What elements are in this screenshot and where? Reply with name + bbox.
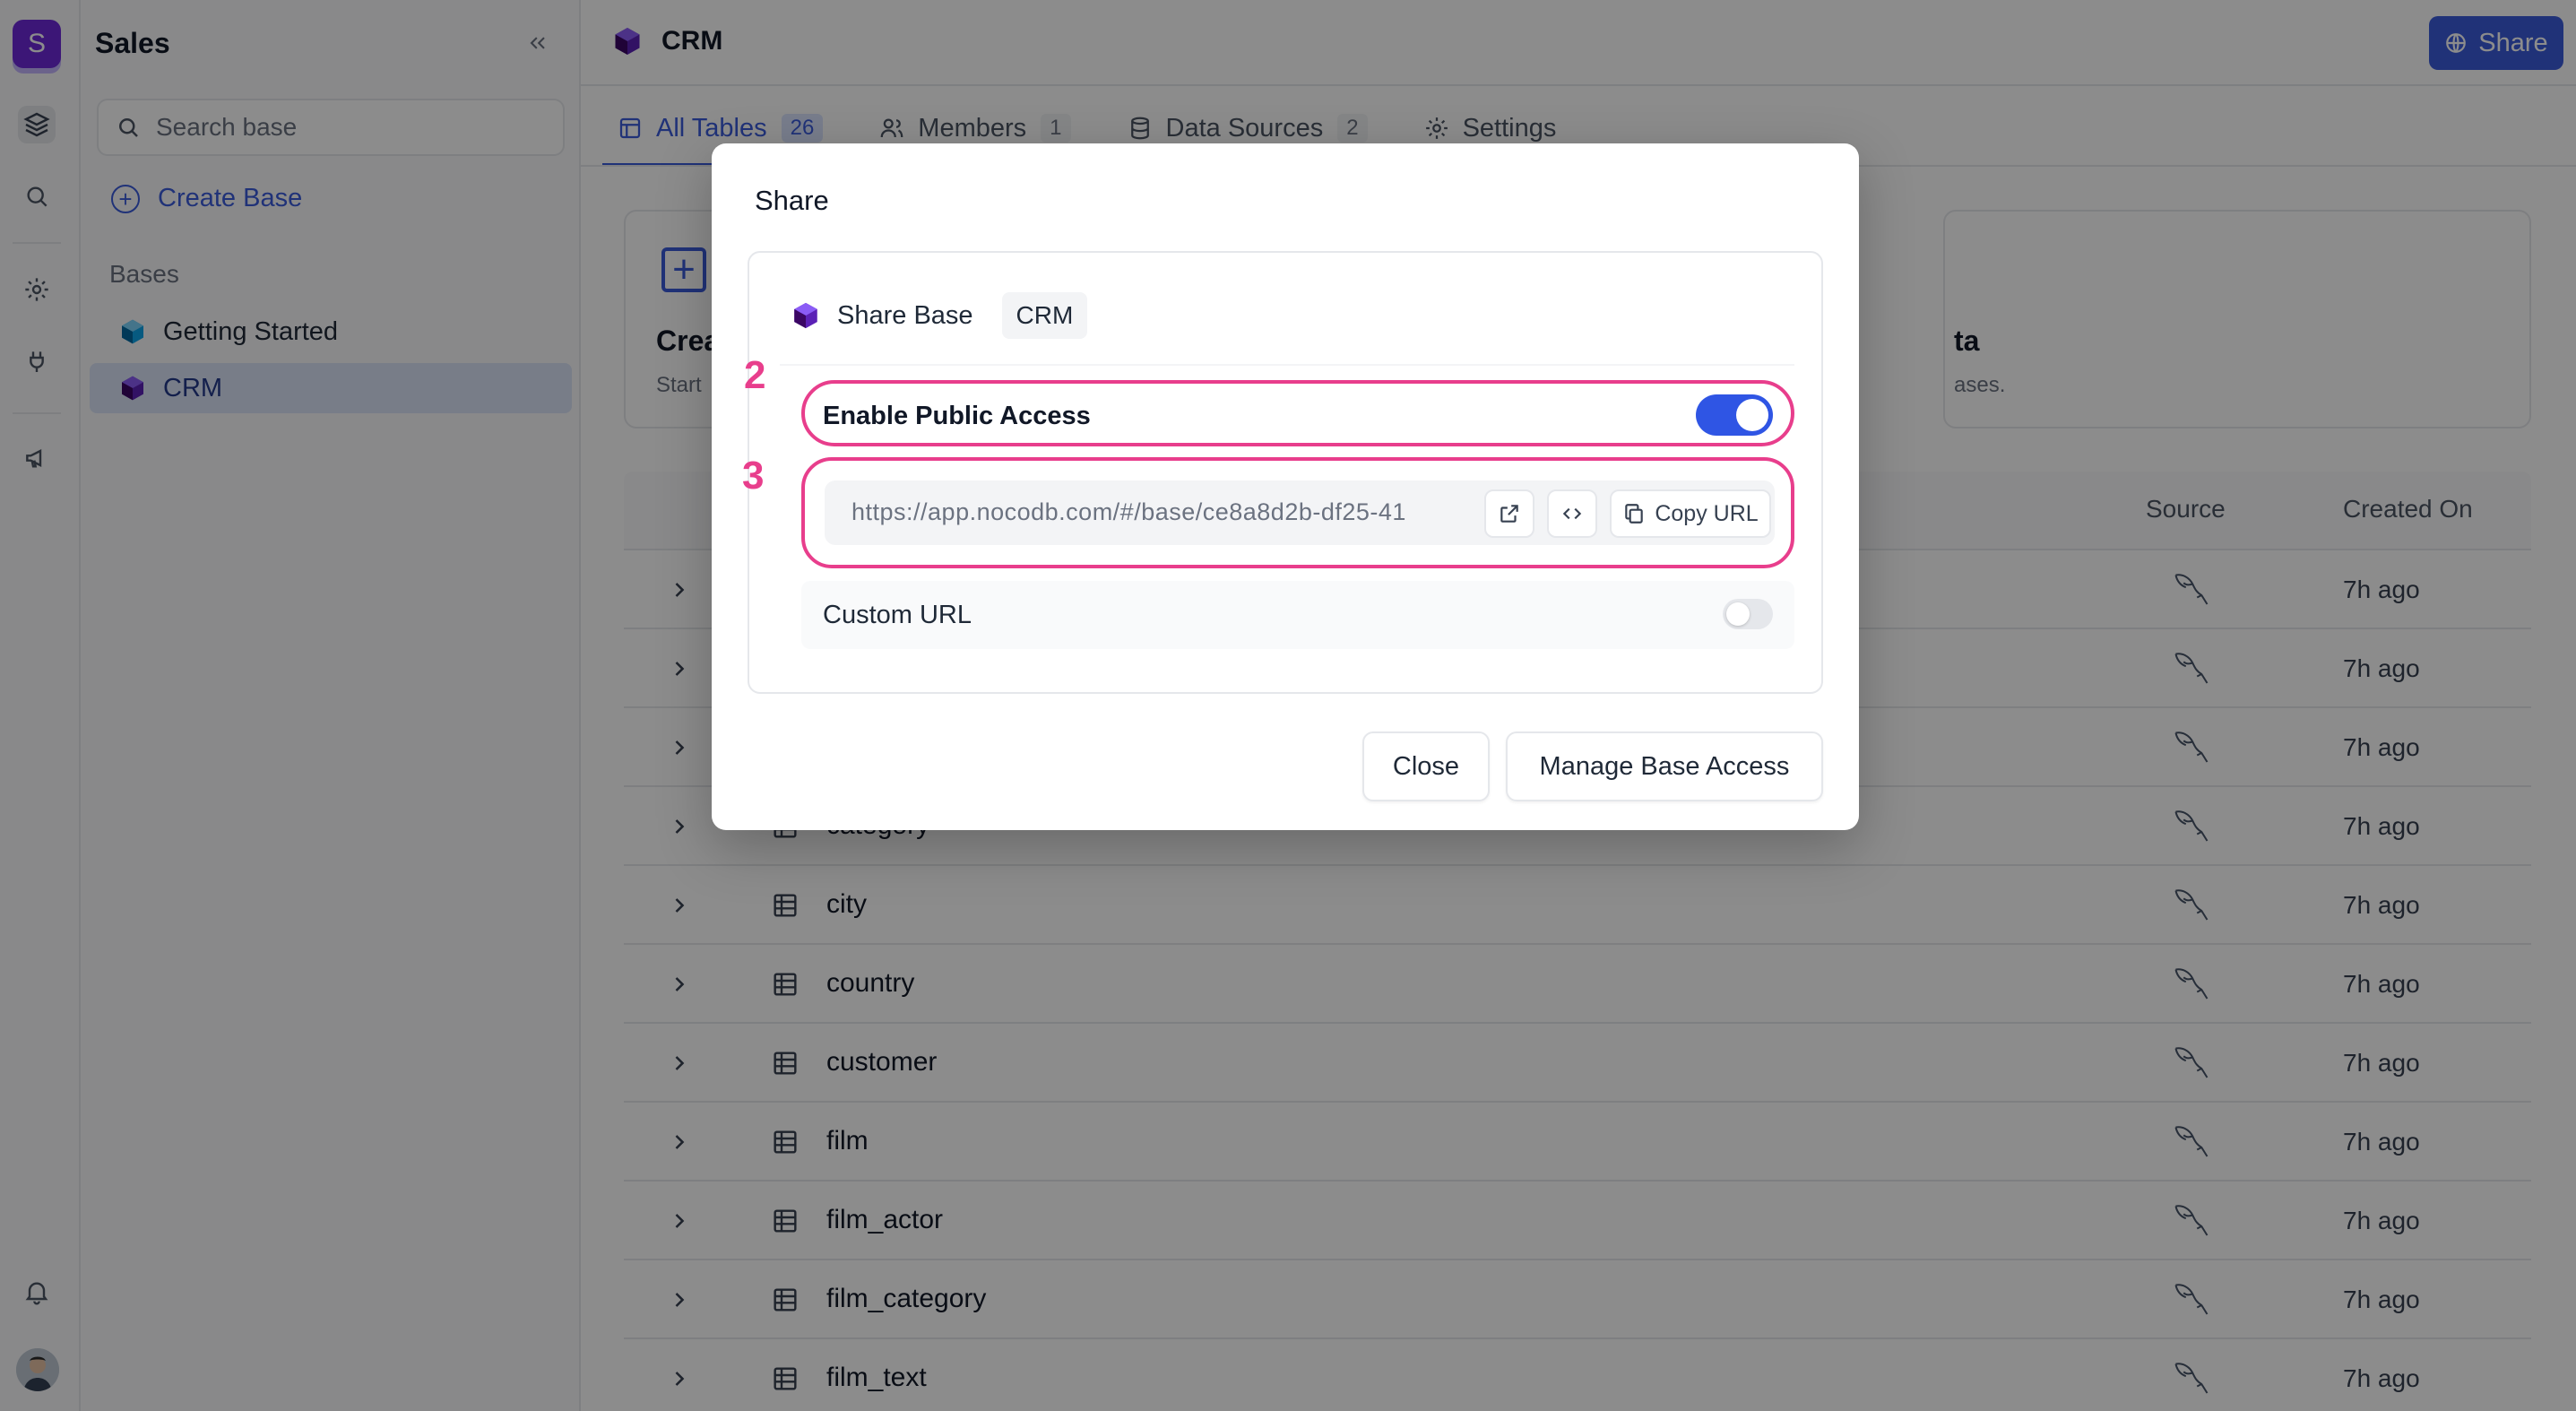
- base-cube-icon: [794, 302, 817, 329]
- dialog-title: Share: [755, 185, 829, 216]
- custom-url-toggle[interactable]: [1723, 599, 1773, 629]
- custom-url-label: Custom URL: [823, 601, 972, 629]
- step-badge: 3: [742, 454, 765, 498]
- share-url-highlight: https://app.nocodb.com/#/base/ce8a8d2b-d…: [801, 457, 1794, 568]
- code-icon: [1562, 507, 1582, 520]
- external-link-icon: [1500, 505, 1518, 523]
- share-url-text[interactable]: https://app.nocodb.com/#/base/ce8a8d2b-d…: [851, 498, 1470, 526]
- embed-code-button[interactable]: [1547, 489, 1597, 538]
- base-name-tag: CRM: [1001, 292, 1088, 339]
- copy-icon: [1625, 504, 1644, 524]
- share-dialog: Share Share Base CRM Enable Public Acces…: [712, 143, 1859, 830]
- step-badge: 2: [744, 353, 766, 397]
- share-base-header: Share Base CRM: [791, 292, 1088, 339]
- custom-url-row: Custom URL: [801, 581, 1794, 649]
- share-options: Enable Public Access https://app.nocodb.…: [780, 364, 1794, 669]
- share-base-label: Share Base: [837, 300, 973, 330]
- share-base-panel: Share Base CRM Enable Public Access http…: [748, 251, 1823, 694]
- enable-public-access-row: Enable Public Access: [801, 380, 1794, 446]
- close-button[interactable]: Close: [1362, 731, 1490, 801]
- copy-url-button[interactable]: Copy URL: [1610, 489, 1771, 538]
- share-url-field: https://app.nocodb.com/#/base/ce8a8d2b-d…: [825, 480, 1775, 545]
- open-link-button[interactable]: [1484, 489, 1534, 538]
- copy-url-label: Copy URL: [1655, 500, 1759, 526]
- manage-base-access-button[interactable]: Manage Base Access: [1506, 731, 1823, 801]
- enable-public-access-label: Enable Public Access: [823, 402, 1091, 430]
- enable-public-access-toggle[interactable]: [1696, 394, 1773, 436]
